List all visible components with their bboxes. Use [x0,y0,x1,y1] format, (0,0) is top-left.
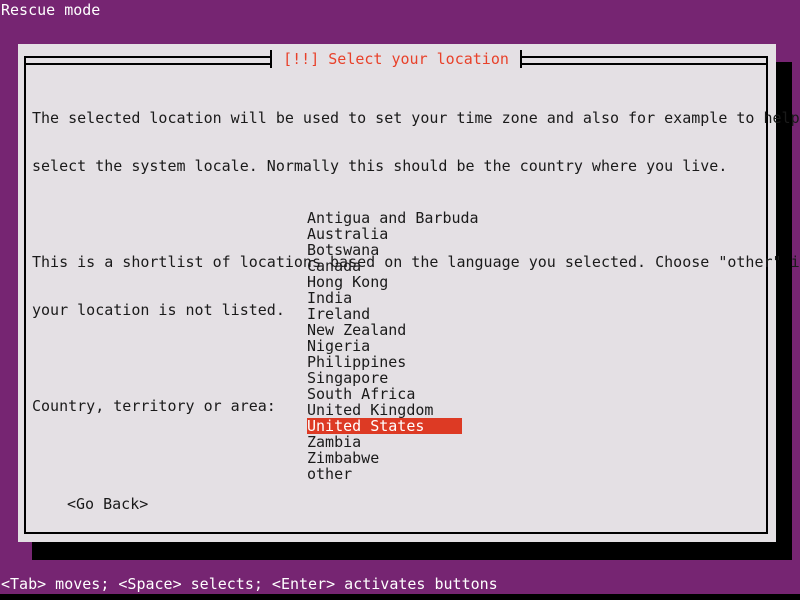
country-list-item[interactable]: South Africa [307,386,462,402]
paragraph-1-line-2: select the system locale. Normally this … [32,158,758,174]
country-list-item[interactable]: Botswana [307,242,462,258]
installer-header-bar: Rescue mode [0,0,800,22]
go-back-button[interactable]: <Go Back> [67,496,148,512]
paragraph-1-line-1: The selected location will be used to se… [32,110,758,126]
dialog-title-strip: [!!] Select your location [24,48,768,70]
country-list-item[interactable]: Canada [307,258,462,274]
country-list-item[interactable]: other [307,466,462,482]
installer-screen: Rescue mode [!!] Select your location Th… [0,0,800,600]
country-list-item[interactable]: Hong Kong [307,274,462,290]
country-list-item[interactable]: Nigeria [307,338,462,354]
country-list[interactable]: Antigua and BarbudaAustraliaBotswanaCana… [307,210,727,482]
country-list-item[interactable]: Zambia [307,434,462,450]
title-rule-left [24,63,270,65]
bottom-black-edge [0,594,800,600]
country-list-item[interactable]: United Kingdom [307,402,462,418]
installer-mode-label: Rescue mode [1,1,100,20]
country-list-item[interactable]: United States [307,418,462,434]
dialog-title: [!!] Select your location [272,49,520,69]
country-list-item[interactable]: New Zealand [307,322,462,338]
bottom-filler-strip [0,560,800,574]
title-rule-right [522,63,768,65]
title-tick-right [520,50,522,68]
country-list-item[interactable]: Singapore [307,370,462,386]
dialog-paragraph-1: The selected location will be used to se… [32,78,758,206]
country-list-item[interactable]: Australia [307,226,462,242]
select-location-dialog: [!!] Select your location The selected l… [18,44,776,542]
status-bar-hint: <Tab> moves; <Space> selects; <Enter> ac… [1,575,498,594]
country-list-item[interactable]: India [307,290,462,306]
country-list-item[interactable]: Antigua and Barbuda [307,210,462,226]
country-list-item[interactable]: Zimbabwe [307,450,462,466]
country-list-item[interactable]: Ireland [307,306,462,322]
country-list-item[interactable]: Philippines [307,354,462,370]
